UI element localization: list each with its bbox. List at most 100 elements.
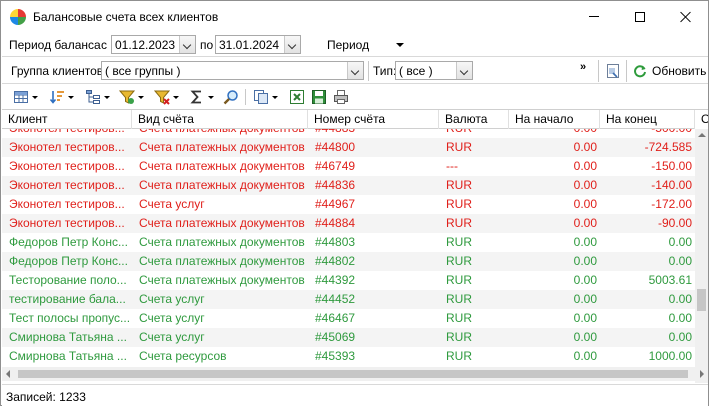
table-row[interactable]: Эконотел тестиров...Счета платежных доку… [2,138,695,157]
account-kind-cell: Счета платежных документов [139,159,305,173]
filter-button[interactable] [119,88,144,106]
overflow-chevron[interactable]: » [580,61,586,73]
table-row[interactable]: Федоров Петр Конс... Счета платежных доку… [2,252,695,271]
minimize-icon [589,16,599,17]
start-balance-cell: 0.00 [573,159,597,173]
table-row[interactable]: Эконотел тестиров... Счета платежных доку… [2,157,695,176]
end-balance-cell: -140.00 [651,178,692,192]
account-kind-cell: Счета платежных документов [139,273,305,287]
divider [368,61,369,81]
scroll-right-icon[interactable] [700,370,704,378]
table-row[interactable]: Эконотел тестиров...Счета платежных доку… [2,214,695,233]
client-cell: Эконотел тестиров... [9,197,125,211]
minimize-button[interactable] [571,1,617,32]
status-bar: Записей: 1233 [2,384,708,406]
start-balance-cell: 0.00 [573,197,597,211]
header-account-kind[interactable]: Вид счёта [132,110,308,129]
scroll-thumb[interactable] [697,289,706,311]
table-row[interactable]: Федоров Петр Конс... Счета платежных доку… [2,233,695,252]
header-extra[interactable]: О [695,110,708,129]
currency-cell: RUR [439,129,509,138]
sort-button[interactable] [49,88,74,106]
scroll-up-icon[interactable] [698,133,706,137]
account-kind-cell: Счета платежных документов [139,140,305,154]
start-balance-cell: 0.00 [573,273,597,287]
vertical-scrollbar[interactable] [695,129,708,383]
header-client[interactable]: Клиент [2,110,132,129]
sum-icon [190,90,201,104]
group-panel: Группа клиентов: ( все группы ) Тип: ( в… [2,58,708,84]
records-count: Записей: 1233 [6,390,86,404]
chevron-down-icon[interactable] [179,36,195,53]
chevron-down-icon[interactable] [347,62,363,79]
type-select[interactable]: ( все ) [395,61,473,80]
table-row[interactable]: тестирование бала... Счета услуг #44452 RUR… [2,290,695,309]
table-row[interactable]: Эконотел тестиров...Счета платежных доку… [2,176,695,195]
period-menu-button[interactable]: Период [327,38,369,52]
save-button[interactable] [311,88,327,106]
currency-cell: RUR [446,273,472,287]
maximize-icon [635,11,645,22]
start-balance-cell: 0.00 [573,216,597,230]
period-panel: Период баланса с 01.12.2023 по 31.01.202… [2,32,708,57]
currency-cell: RUR [446,216,472,230]
to-date-picker[interactable]: 31.01.2024 [215,35,301,54]
report-icon[interactable] [605,63,621,79]
table-row[interactable]: Тесторование поло... Счета платежных доку… [2,271,695,290]
start-balance-cell: 0.00 [509,129,600,138]
client-cell: Тесторование поло... [9,273,127,287]
account-kind-cell: Счета услуг [139,292,205,306]
table-row[interactable]: Эконотел тестиров...Счета платежных доку… [2,129,695,138]
account-number-cell: #44967 [315,197,356,211]
refresh-button[interactable]: Обновить [632,61,706,81]
layout-button[interactable] [13,88,38,106]
window: Балансовые счета всех клиентов Период ба… [0,0,709,406]
period-menu-arrow-icon[interactable] [396,43,404,47]
account-kind-cell: Счета платежных документов [139,254,305,268]
header-account-number[interactable]: Номер счёта [308,110,439,129]
client-cell: Эконотел тестиров... [9,159,125,173]
copy-icon [254,90,268,104]
table-row[interactable]: Эконотел тестиров... Счета услуг #44967 RUR… [2,195,695,214]
horizontal-scrollbar[interactable] [2,367,708,381]
start-balance-cell: 0.00 [573,349,597,363]
account-kind-cell: Счета услуг [139,197,205,211]
table-row[interactable]: Тест полосы пропус... Счета услуг #46467 RU… [2,309,695,328]
copy-button[interactable] [253,88,278,106]
start-balance-cell: 0.00 [573,311,597,325]
export-excel-button[interactable] [289,88,305,106]
header-end-balance[interactable]: На конец [600,110,695,129]
group-value: ( все группы ) [105,64,181,78]
search-icon [223,90,238,105]
from-date-picker[interactable]: 01.12.2023 [111,35,196,54]
scroll-thumb[interactable] [18,370,688,378]
account-kind-cell: Счета услуг [139,311,205,325]
close-button[interactable] [663,1,709,32]
divider [598,60,599,82]
group-select[interactable]: ( все группы ) [101,61,364,80]
header-currency[interactable]: Валюта [439,110,509,129]
divider [245,89,246,105]
maximize-button[interactable] [617,1,663,32]
chevron-down-icon[interactable] [456,62,472,79]
scroll-left-icon[interactable] [6,370,10,378]
sum-button[interactable] [189,88,214,106]
account-kind-cell: Счета услуг [139,330,205,344]
filter-clear-button[interactable] [154,88,179,106]
print-button[interactable] [333,88,349,106]
search-button[interactable] [223,88,239,106]
grid-rows: Эконотел тестиров... Счета платежных доку… [2,129,695,383]
client-cell: Смирнова Татьяна ... [9,349,127,363]
account-number-cell: #44392 [315,273,356,287]
currency-cell: RUR [446,330,472,344]
client-cell: Тест полосы пропус... [9,311,131,325]
header-start-balance[interactable]: На начало [509,110,600,129]
app-logo-icon [10,9,26,25]
tree-button[interactable] [85,88,110,106]
table-row[interactable]: Смирнова Татьяна ... Счета услуг #45069 RUR… [2,328,695,347]
table-row[interactable]: Смирнова Татьяна ... Счета ресурсов #45393… [2,347,695,366]
close-icon [680,11,692,23]
chevron-down-icon[interactable] [284,36,300,53]
account-number-cell: #46749 [315,159,356,173]
chevron-down-icon [104,95,110,99]
